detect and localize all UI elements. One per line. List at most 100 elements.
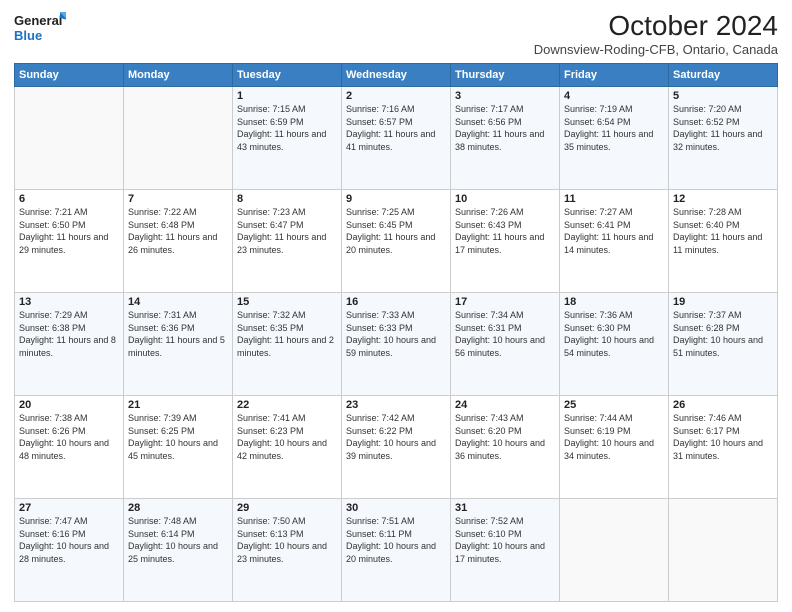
day-number: 4 — [564, 90, 664, 102]
day-number: 16 — [346, 296, 446, 308]
day-info: Sunrise: 7:21 AM Sunset: 6:50 PM Dayligh… — [19, 206, 119, 256]
calendar-cell: 28Sunrise: 7:48 AM Sunset: 6:14 PM Dayli… — [124, 499, 233, 602]
calendar-cell: 29Sunrise: 7:50 AM Sunset: 6:13 PM Dayli… — [233, 499, 342, 602]
header: General Blue October 2024 Downsview-Rodi… — [14, 10, 778, 57]
day-info: Sunrise: 7:17 AM Sunset: 6:56 PM Dayligh… — [455, 103, 555, 153]
day-info: Sunrise: 7:36 AM Sunset: 6:30 PM Dayligh… — [564, 309, 664, 359]
weekday-header-tuesday: Tuesday — [233, 64, 342, 87]
day-number: 9 — [346, 193, 446, 205]
calendar-cell: 27Sunrise: 7:47 AM Sunset: 6:16 PM Dayli… — [15, 499, 124, 602]
day-number: 29 — [237, 502, 337, 514]
day-number: 7 — [128, 193, 228, 205]
day-number: 6 — [19, 193, 119, 205]
calendar-cell: 13Sunrise: 7:29 AM Sunset: 6:38 PM Dayli… — [15, 293, 124, 396]
calendar-cell: 8Sunrise: 7:23 AM Sunset: 6:47 PM Daylig… — [233, 190, 342, 293]
day-info: Sunrise: 7:38 AM Sunset: 6:26 PM Dayligh… — [19, 412, 119, 462]
day-number: 8 — [237, 193, 337, 205]
calendar-cell: 15Sunrise: 7:32 AM Sunset: 6:35 PM Dayli… — [233, 293, 342, 396]
day-info: Sunrise: 7:37 AM Sunset: 6:28 PM Dayligh… — [673, 309, 773, 359]
day-number: 11 — [564, 193, 664, 205]
day-number: 26 — [673, 399, 773, 411]
calendar-cell — [669, 499, 778, 602]
weekday-header-wednesday: Wednesday — [342, 64, 451, 87]
day-info: Sunrise: 7:29 AM Sunset: 6:38 PM Dayligh… — [19, 309, 119, 359]
weekday-header-thursday: Thursday — [451, 64, 560, 87]
calendar-cell: 30Sunrise: 7:51 AM Sunset: 6:11 PM Dayli… — [342, 499, 451, 602]
day-number: 23 — [346, 399, 446, 411]
day-number: 18 — [564, 296, 664, 308]
day-number: 20 — [19, 399, 119, 411]
calendar-cell: 23Sunrise: 7:42 AM Sunset: 6:22 PM Dayli… — [342, 396, 451, 499]
calendar-cell: 24Sunrise: 7:43 AM Sunset: 6:20 PM Dayli… — [451, 396, 560, 499]
svg-text:Blue: Blue — [14, 28, 42, 43]
calendar-cell: 2Sunrise: 7:16 AM Sunset: 6:57 PM Daylig… — [342, 87, 451, 190]
calendar-cell: 19Sunrise: 7:37 AM Sunset: 6:28 PM Dayli… — [669, 293, 778, 396]
day-info: Sunrise: 7:23 AM Sunset: 6:47 PM Dayligh… — [237, 206, 337, 256]
calendar-cell — [560, 499, 669, 602]
calendar-cell: 6Sunrise: 7:21 AM Sunset: 6:50 PM Daylig… — [15, 190, 124, 293]
day-number: 14 — [128, 296, 228, 308]
day-info: Sunrise: 7:16 AM Sunset: 6:57 PM Dayligh… — [346, 103, 446, 153]
week-row-1: 1Sunrise: 7:15 AM Sunset: 6:59 PM Daylig… — [15, 87, 778, 190]
calendar-cell: 5Sunrise: 7:20 AM Sunset: 6:52 PM Daylig… — [669, 87, 778, 190]
calendar-cell: 17Sunrise: 7:34 AM Sunset: 6:31 PM Dayli… — [451, 293, 560, 396]
day-info: Sunrise: 7:22 AM Sunset: 6:48 PM Dayligh… — [128, 206, 228, 256]
day-number: 22 — [237, 399, 337, 411]
weekday-header-friday: Friday — [560, 64, 669, 87]
day-info: Sunrise: 7:31 AM Sunset: 6:36 PM Dayligh… — [128, 309, 228, 359]
day-info: Sunrise: 7:48 AM Sunset: 6:14 PM Dayligh… — [128, 515, 228, 565]
day-info: Sunrise: 7:46 AM Sunset: 6:17 PM Dayligh… — [673, 412, 773, 462]
day-info: Sunrise: 7:41 AM Sunset: 6:23 PM Dayligh… — [237, 412, 337, 462]
calendar-cell: 12Sunrise: 7:28 AM Sunset: 6:40 PM Dayli… — [669, 190, 778, 293]
day-info: Sunrise: 7:19 AM Sunset: 6:54 PM Dayligh… — [564, 103, 664, 153]
calendar-cell: 9Sunrise: 7:25 AM Sunset: 6:45 PM Daylig… — [342, 190, 451, 293]
day-info: Sunrise: 7:33 AM Sunset: 6:33 PM Dayligh… — [346, 309, 446, 359]
day-number: 25 — [564, 399, 664, 411]
calendar-table: SundayMondayTuesdayWednesdayThursdayFrid… — [14, 63, 778, 602]
day-number: 30 — [346, 502, 446, 514]
calendar-cell: 11Sunrise: 7:27 AM Sunset: 6:41 PM Dayli… — [560, 190, 669, 293]
day-info: Sunrise: 7:28 AM Sunset: 6:40 PM Dayligh… — [673, 206, 773, 256]
day-info: Sunrise: 7:39 AM Sunset: 6:25 PM Dayligh… — [128, 412, 228, 462]
main-title: October 2024 — [534, 10, 778, 42]
logo: General Blue — [14, 10, 66, 46]
day-info: Sunrise: 7:44 AM Sunset: 6:19 PM Dayligh… — [564, 412, 664, 462]
calendar-cell: 31Sunrise: 7:52 AM Sunset: 6:10 PM Dayli… — [451, 499, 560, 602]
day-info: Sunrise: 7:15 AM Sunset: 6:59 PM Dayligh… — [237, 103, 337, 153]
calendar-cell: 4Sunrise: 7:19 AM Sunset: 6:54 PM Daylig… — [560, 87, 669, 190]
day-number: 1 — [237, 90, 337, 102]
calendar-cell: 16Sunrise: 7:33 AM Sunset: 6:33 PM Dayli… — [342, 293, 451, 396]
day-number: 13 — [19, 296, 119, 308]
subtitle: Downsview-Roding-CFB, Ontario, Canada — [534, 42, 778, 57]
svg-text:General: General — [14, 13, 62, 28]
day-info: Sunrise: 7:32 AM Sunset: 6:35 PM Dayligh… — [237, 309, 337, 359]
calendar-cell: 10Sunrise: 7:26 AM Sunset: 6:43 PM Dayli… — [451, 190, 560, 293]
week-row-5: 27Sunrise: 7:47 AM Sunset: 6:16 PM Dayli… — [15, 499, 778, 602]
calendar-cell: 25Sunrise: 7:44 AM Sunset: 6:19 PM Dayli… — [560, 396, 669, 499]
day-number: 19 — [673, 296, 773, 308]
day-number: 31 — [455, 502, 555, 514]
weekday-header-monday: Monday — [124, 64, 233, 87]
title-block: October 2024 Downsview-Roding-CFB, Ontar… — [534, 10, 778, 57]
day-number: 5 — [673, 90, 773, 102]
day-info: Sunrise: 7:52 AM Sunset: 6:10 PM Dayligh… — [455, 515, 555, 565]
calendar-cell: 26Sunrise: 7:46 AM Sunset: 6:17 PM Dayli… — [669, 396, 778, 499]
day-number: 12 — [673, 193, 773, 205]
day-info: Sunrise: 7:27 AM Sunset: 6:41 PM Dayligh… — [564, 206, 664, 256]
day-info: Sunrise: 7:51 AM Sunset: 6:11 PM Dayligh… — [346, 515, 446, 565]
day-number: 15 — [237, 296, 337, 308]
calendar-cell — [15, 87, 124, 190]
day-number: 27 — [19, 502, 119, 514]
day-info: Sunrise: 7:43 AM Sunset: 6:20 PM Dayligh… — [455, 412, 555, 462]
day-number: 3 — [455, 90, 555, 102]
day-number: 24 — [455, 399, 555, 411]
calendar-cell: 14Sunrise: 7:31 AM Sunset: 6:36 PM Dayli… — [124, 293, 233, 396]
calendar-cell: 7Sunrise: 7:22 AM Sunset: 6:48 PM Daylig… — [124, 190, 233, 293]
calendar-cell: 1Sunrise: 7:15 AM Sunset: 6:59 PM Daylig… — [233, 87, 342, 190]
calendar-cell: 20Sunrise: 7:38 AM Sunset: 6:26 PM Dayli… — [15, 396, 124, 499]
day-number: 2 — [346, 90, 446, 102]
calendar-cell: 21Sunrise: 7:39 AM Sunset: 6:25 PM Dayli… — [124, 396, 233, 499]
weekday-header-row: SundayMondayTuesdayWednesdayThursdayFrid… — [15, 64, 778, 87]
calendar-cell: 22Sunrise: 7:41 AM Sunset: 6:23 PM Dayli… — [233, 396, 342, 499]
week-row-3: 13Sunrise: 7:29 AM Sunset: 6:38 PM Dayli… — [15, 293, 778, 396]
